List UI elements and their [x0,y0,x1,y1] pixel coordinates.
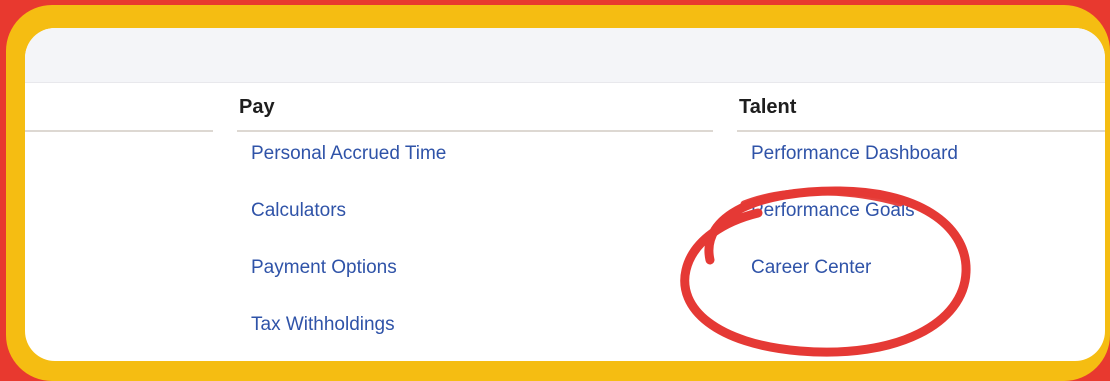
pay-column: Pay Personal Accrued Time Calculators Pa… [237,92,713,360]
talent-link-career-center[interactable]: Career Center [737,246,1105,303]
left-column-title [25,92,213,132]
talent-column: Talent Performance Dashboard Performance… [737,92,1105,303]
talent-link-performance-dashboard[interactable]: Performance Dashboard [737,132,1105,189]
pay-links: Personal Accrued Time Calculators Paymen… [237,132,713,360]
talent-column-title: Talent [737,92,1105,132]
pay-link-payment-options[interactable]: Payment Options [237,246,713,303]
talent-link-performance-goals[interactable]: Performance Goals [737,189,1105,246]
pay-link-calculators[interactable]: Calculators [237,189,713,246]
pay-link-personal-accrued-time[interactable]: Personal Accrued Time [237,132,713,189]
orange-frame: Pay Personal Accrued Time Calculators Pa… [6,5,1110,381]
left-column [25,92,213,132]
top-band [25,28,1105,83]
talent-links: Performance Dashboard Performance Goals … [737,132,1105,303]
pay-column-title: Pay [237,92,713,132]
pay-link-tax-withholdings[interactable]: Tax Withholdings [237,303,713,360]
menu-panel: Pay Personal Accrued Time Calculators Pa… [25,28,1105,361]
